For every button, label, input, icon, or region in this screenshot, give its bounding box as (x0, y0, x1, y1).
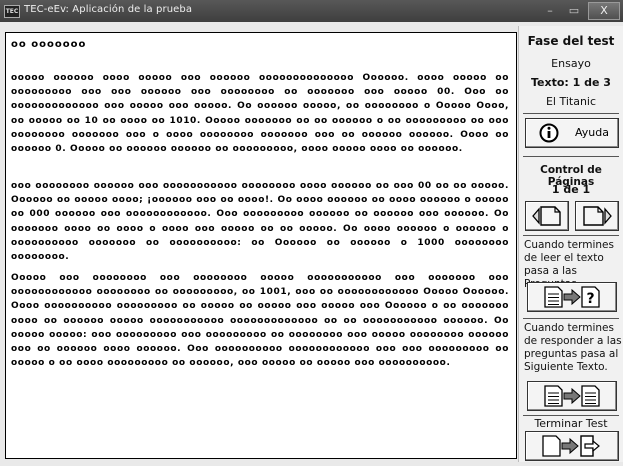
divider (523, 113, 619, 114)
phase-value: Ensayo (551, 57, 591, 70)
divider (523, 235, 619, 236)
next-page-button[interactable] (575, 201, 619, 231)
page-forward-icon (583, 206, 612, 226)
doc-to-doc-icon (544, 385, 600, 407)
previous-page-button[interactable] (525, 201, 569, 231)
help-label: Ayuda (575, 126, 609, 139)
go-to-questions-button[interactable]: ? (527, 282, 617, 312)
finish-test-label: Terminar Test (534, 417, 608, 430)
text-name: El Titanic (545, 95, 597, 108)
text-counter: Texto: 1 de 3 (531, 76, 611, 89)
page-back-icon (532, 206, 561, 226)
finish-test-button[interactable] (525, 431, 619, 461)
info-icon (539, 123, 559, 143)
text-paragraph-2: ooo oooooooo oooooo ooo ooooooooooo oooo… (11, 181, 509, 263)
minimize-icon[interactable]: – (539, 3, 561, 18)
title-bar: TEC TEC-eEv: Aplicación de la prueba – ▭… (0, 0, 623, 22)
side-panel: Fase del test Ensayo Texto: 1 de 3 El Ti… (518, 26, 623, 462)
help-button[interactable]: Ayuda (525, 118, 619, 148)
maximize-icon[interactable]: ▭ (563, 3, 585, 18)
divider (523, 318, 619, 319)
text-paragraph-1: ooooo oooooo oooo ooooo ooo oooooo ooooo… (11, 73, 509, 155)
reading-text-area[interactable]: oo ooooooo ooooo oooooo oooo ooooo ooo o… (5, 32, 517, 459)
doc-to-question-icon: ? (544, 286, 600, 308)
text-header: oo ooooooo (11, 39, 87, 50)
page-counter: 1 de 1 (551, 183, 591, 196)
next-text-instruction: Cuando termines de responder a las pregu… (524, 322, 622, 373)
divider (523, 415, 619, 416)
close-button[interactable]: X (588, 2, 620, 20)
window-title: TEC-eEv: Aplicación de la prueba (24, 4, 193, 15)
svg-text:?: ? (586, 291, 594, 307)
next-text-button[interactable] (527, 381, 617, 411)
divider (523, 156, 619, 157)
phase-title: Fase del test (527, 34, 615, 48)
page-to-exit-icon (542, 435, 600, 457)
text-paragraph-3: Ooooo ooo oooooooo ooo oooooooo ooooo oo… (11, 273, 509, 369)
app-icon: TEC (4, 5, 20, 18)
